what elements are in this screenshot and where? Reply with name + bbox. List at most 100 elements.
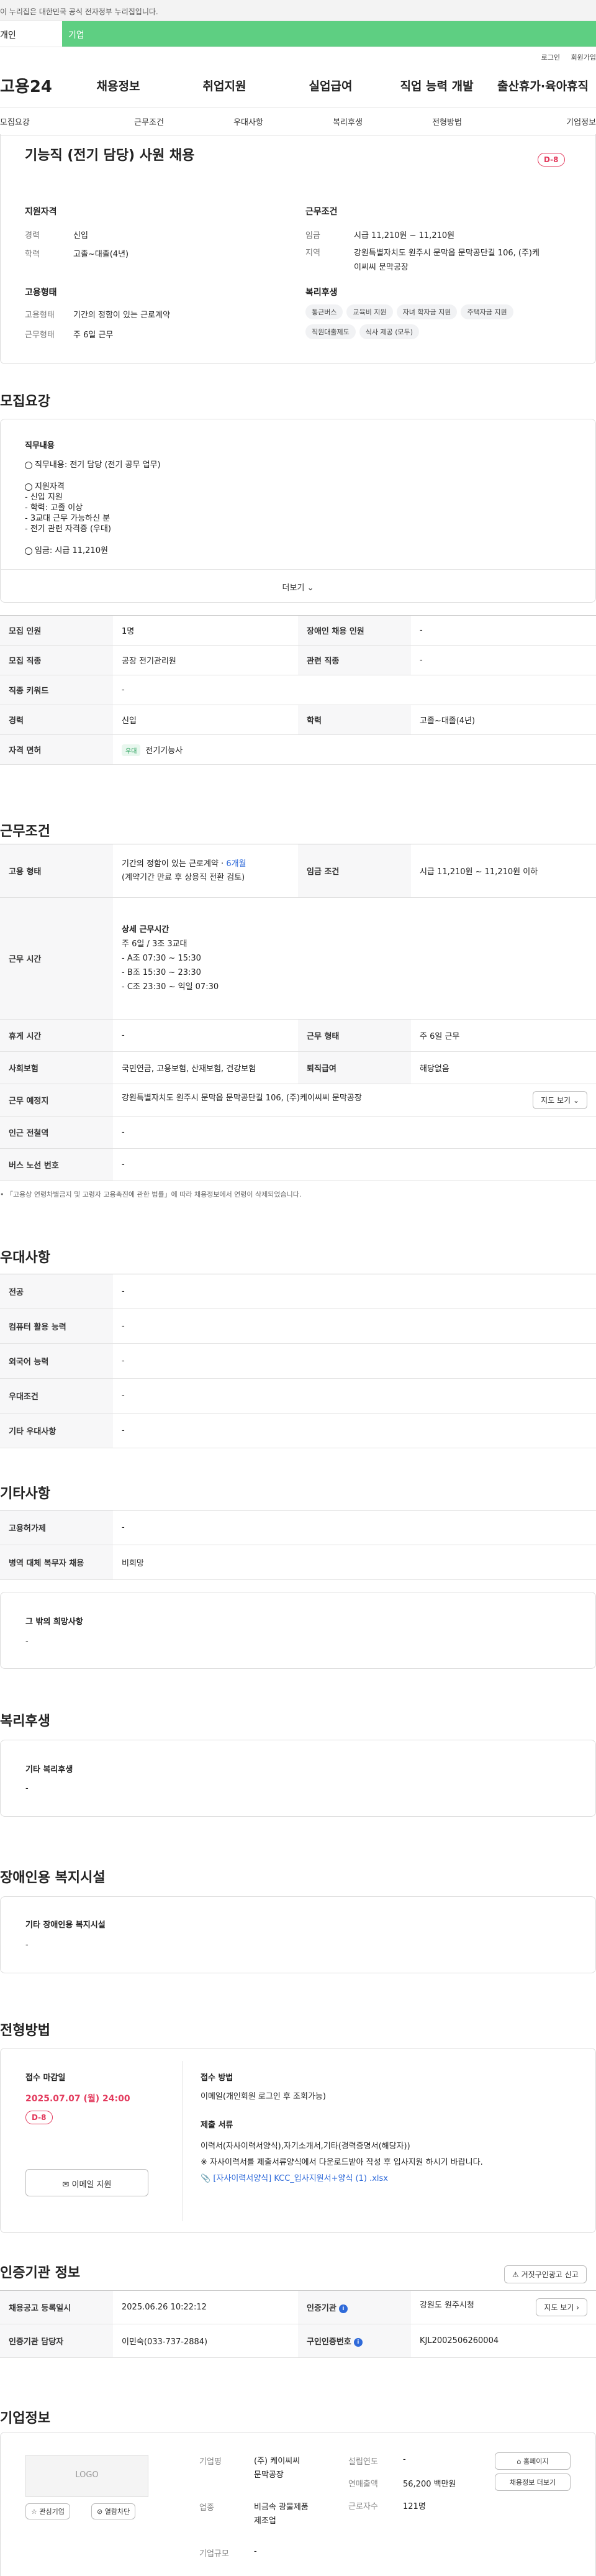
- work-form-value: 주 6일 근무: [411, 1019, 596, 1052]
- career-key: 경력: [25, 231, 40, 240]
- hours-line: - B조 15:30 ~ 23:30: [122, 968, 201, 977]
- login-link[interactable]: 로그인: [541, 53, 560, 62]
- edu-value: 고졸~대졸(4년): [73, 250, 129, 259]
- hours-line: - C조 23:30 ~ 익일 07:30: [122, 982, 219, 992]
- block-view-button[interactable]: ⊘ 열람차단: [91, 2503, 136, 2519]
- gov-notice-text: 이 누리집은 대한민국 공식 전자정부 누리집입니다.: [0, 7, 158, 16]
- pref-value: -: [113, 1378, 596, 1414]
- contract-months: 6개월: [226, 859, 246, 869]
- welfare-chip: 통근버스: [305, 304, 343, 319]
- company-name-value: (주) 케이씨씨 문막공장: [254, 2455, 300, 2482]
- more-button[interactable]: 더보기 ⌄: [0, 569, 596, 603]
- company-name-line: 문막공장: [254, 2470, 284, 2480]
- edu-key: 학력: [298, 705, 411, 735]
- map-button[interactable]: 지도 보기 ⌄: [533, 1091, 587, 1109]
- pref-value: -: [113, 1309, 596, 1344]
- welfare-card: 기타 복리후생 -: [0, 1740, 596, 1817]
- disabled-card: 기타 장애인용 복지시설 -: [0, 1896, 596, 1973]
- tab-personal[interactable]: 개인: [0, 21, 62, 47]
- pref-key: 우대조건: [0, 1378, 113, 1414]
- cert-table: 채용공고 등록일시 2025.06.26 10:22:12 인증기관 i 강원도 …: [0, 2290, 596, 2358]
- nav-item-unemployment-benefit[interactable]: 실업급여: [278, 77, 384, 94]
- tab-company[interactable]: 기업: [62, 21, 596, 47]
- edu-key: 학력: [25, 250, 40, 259]
- disabled-heading: 장애인용 복지시설: [0, 1870, 106, 1886]
- wage-value: 시급 11,210원 ~ 11,210원: [354, 231, 455, 240]
- subway-value: -: [113, 1116, 596, 1149]
- attachment-link[interactable]: 📎 [자사이력서양식] KCC_입사지원서+양식 (1) .xlsx: [201, 2172, 388, 2183]
- content-line: 임금: 시급 11,210원: [35, 546, 108, 555]
- docs-label: 제출 서류: [201, 2121, 233, 2130]
- license-key: 자격 면허: [0, 734, 113, 765]
- subnav-company[interactable]: 기업정보: [497, 116, 596, 127]
- location-key: 지역: [305, 249, 320, 258]
- org-map-button[interactable]: 지도 보기 ›: [536, 2298, 587, 2316]
- subnav-selection[interactable]: 전형방법: [397, 116, 497, 127]
- site-logo[interactable]: 고용24: [0, 74, 65, 97]
- nav-item-employment-support[interactable]: 취업지원: [171, 77, 278, 94]
- preferred-tag: 우대: [122, 744, 141, 756]
- info-icon[interactable]: i: [338, 2304, 348, 2313]
- star-icon: ☆: [31, 2508, 37, 2516]
- content-line: - 전기 관련 자격증 (우대): [25, 524, 112, 534]
- etc-table: 고용허가제 - 병역 대체 복무자 채용 비희망: [0, 1510, 596, 1580]
- circle-bullet-icon: [25, 461, 32, 469]
- conditions-label: 근무조건: [305, 207, 338, 217]
- email-apply-button[interactable]: ✉ 이메일 지원: [25, 2169, 148, 2196]
- job-type-value: 공장 전기관리원: [113, 645, 298, 675]
- interest-company-button[interactable]: ☆ 관심기업: [25, 2503, 70, 2519]
- email-apply-label: 이메일 지원: [71, 2180, 112, 2190]
- wish-value: -: [25, 1637, 29, 1647]
- recruit-table: 모집 인원 1명 장애인 채용 인원 - 모집 직종 공장 전기관리원 관련 직…: [0, 615, 596, 765]
- circle-bullet-icon: [25, 483, 32, 491]
- hours-line: 주 6일 / 3조 3교대: [122, 939, 187, 949]
- paperclip-icon: 📎: [201, 2174, 211, 2183]
- cert-heading: 인증기관 정보: [0, 2265, 81, 2281]
- alert-icon: ⚠: [512, 2270, 519, 2279]
- job-title: 기능직 (전기 담당) 사원 채용: [25, 148, 195, 163]
- wage-cond-value: 시급 11,210원 ~ 11,210원 이하: [411, 844, 596, 898]
- cert-org-key: 인증기관: [307, 2304, 336, 2313]
- subnav-preference[interactable]: 우대사항: [199, 116, 298, 127]
- content-line: 직무내용: 전기 담당 (전기 공무 업무): [35, 460, 161, 470]
- nav-item-jobs[interactable]: 채용정보: [65, 77, 171, 94]
- location-value-line2: 이씨씨 문막공장: [354, 263, 409, 272]
- report-fake-ad-button[interactable]: ⚠ 거짓구인광고 신고: [504, 2265, 587, 2283]
- pref-table: 전공 - 컴퓨터 활용 능력 - 외국어 능력 - 우대조건 - 기타 우대사항 -: [0, 1274, 596, 1448]
- welfare-chip: 자녀 학자금 지원: [396, 304, 458, 319]
- homepage-label: 홈페이지: [523, 2457, 549, 2465]
- welfare-etc-label: 기타 복리후생: [25, 1765, 73, 1774]
- staff-key: 근로자수: [348, 2502, 378, 2511]
- staff-value: 121명: [403, 2502, 426, 2511]
- info-icon[interactable]: i: [353, 2337, 363, 2347]
- industry-key: 업종: [199, 2503, 214, 2513]
- wish-label: 그 밖의 희망사항: [25, 1617, 83, 1627]
- company-logo: LOGO: [25, 2455, 148, 2497]
- disabled-key: 장애인 채용 인원: [298, 615, 411, 646]
- job-type-key: 모집 직종: [0, 645, 113, 675]
- more-jobs-button[interactable]: 채용정보 더보기: [495, 2473, 571, 2491]
- emp-type-note: (계약기간 만료 후 상용직 전환 검토): [122, 872, 245, 882]
- bus-key: 버스 노선 번호: [0, 1148, 113, 1181]
- homepage-button[interactable]: ⌂ 홈페이지: [495, 2452, 571, 2470]
- docs-value: 이력서(자사이력서양식),자기소개서,기타(경력증명서(해당자)): [201, 2142, 410, 2151]
- subnav-recruit[interactable]: 모집요강: [0, 116, 99, 127]
- retire-key: 퇴직급여: [298, 1051, 411, 1084]
- emp-type-value: 기간의 정함이 있는 근로계약 · 6개월 (계약기간 만료 후 상용직 전환 검…: [113, 844, 298, 898]
- etc-key: 고용허가제: [0, 1510, 113, 1545]
- cert-id-value: KJL2002506260004: [411, 2324, 596, 2358]
- work-heading: 근무조건: [0, 824, 50, 839]
- etc-key: 병역 대체 복무자 채용: [0, 1545, 113, 1580]
- nav-item-skills[interactable]: 직업 능력 개발: [384, 77, 490, 94]
- manager-key: 인증기관 담당자: [0, 2324, 113, 2358]
- etc-heading: 기타사항: [0, 1486, 50, 1502]
- size-key: 기업규모: [199, 2549, 229, 2559]
- subnav-welfare[interactable]: 복리후생: [298, 116, 397, 127]
- nav-item-parental-leave[interactable]: 출산휴가·육아휴직: [490, 77, 596, 94]
- job-content-text: 직무내용: 전기 담당 (전기 공무 업무) 지원자격 - 신입 지원 - 학력…: [25, 460, 161, 556]
- work-form-key: 근무 형태: [298, 1019, 411, 1052]
- employment-type-value: 기간의 정함이 있는 근로계약: [73, 311, 170, 320]
- interest-label: 관심기업: [39, 2508, 65, 2516]
- subnav-work[interactable]: 근무조건: [99, 116, 199, 127]
- signup-link[interactable]: 회원가입: [571, 53, 596, 62]
